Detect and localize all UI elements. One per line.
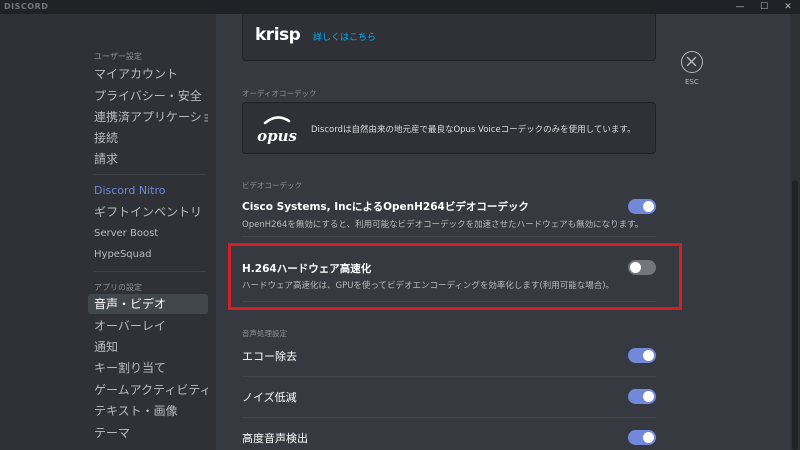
setting-divider — [242, 376, 656, 377]
scrollbar-thumb[interactable] — [792, 180, 798, 450]
opus-logo-icon: opus — [257, 116, 297, 145]
noise-reduction-toggle[interactable] — [628, 389, 656, 404]
sidebar-item-appearance[interactable]: テーマ — [88, 423, 208, 443]
minimize-button[interactable]: — — [728, 0, 752, 14]
sidebar-item-privacy[interactable]: プライバシー・安全 — [88, 86, 208, 106]
audio-codec-header: オーディオコーデック — [242, 89, 317, 98]
settings-content: krisp 詳しくはこちら オーディオコーデック opus Discordは自然… — [216, 14, 800, 450]
voice-processing-header: 音声処理設定 — [242, 329, 287, 338]
opus-logo-text: opus — [257, 127, 297, 145]
noise-reduction-title: ノイズ低減 — [242, 391, 297, 404]
sidebar-item-text-images[interactable]: テキスト・画像 — [88, 401, 208, 421]
close-icon — [686, 56, 697, 67]
toggle-knob — [643, 201, 654, 212]
sidebar-item-keybinds[interactable]: キー割り当て — [88, 358, 208, 378]
sidebar-item-my-account[interactable]: マイアカウント — [88, 64, 208, 84]
opus-description: Discordは自然由来の地元産で最良なOpus Voiceコーデックのみを使用… — [311, 125, 636, 135]
krisp-logo: krisp — [255, 25, 301, 45]
learn-more-link[interactable]: 詳しくはこちら — [313, 30, 376, 43]
highlight-box — [228, 243, 682, 310]
openh264-title: Cisco Systems, IncによるOpenH264ビデオコーデック — [242, 201, 529, 213]
opus-card: opus Discordは自然由来の地元産で最良なOpus Voiceコーデック… — [242, 102, 656, 154]
sidebar-item-overlay[interactable]: オーバーレイ — [88, 316, 208, 336]
sidebar-item-connections[interactable]: 接続 — [88, 128, 208, 148]
echo-cancellation-title: エコー除去 — [242, 350, 297, 363]
openh264-toggle[interactable] — [628, 199, 656, 214]
sidebar-item-nitro[interactable]: Discord Nitro — [88, 181, 208, 201]
sidebar-item-voice-video[interactable]: 音声・ビデオ — [88, 294, 208, 314]
sidebar-divider — [94, 271, 206, 272]
user-settings-header: ユーザー設定 — [94, 52, 142, 61]
esc-button[interactable] — [681, 51, 703, 73]
esc-label: ESC — [685, 78, 699, 86]
title-bar: DISCORD — ☐ ✕ — [0, 0, 800, 14]
krisp-card: krisp 詳しくはこちら — [242, 14, 656, 61]
advanced-voice-activity-title: 高度音声検出 — [242, 432, 308, 445]
sidebar-item-server-boost[interactable]: Server Boost — [88, 224, 208, 244]
setting-divider — [242, 417, 656, 418]
sidebar-item-gift-inventory[interactable]: ギフトインベントリ — [88, 202, 208, 222]
toggle-knob — [643, 432, 654, 443]
app-settings-header: アプリの設定 — [94, 283, 142, 292]
openh264-description: OpenH264を無効にすると、利用可能なビデオコーデックを加速させたハードウェ… — [242, 220, 644, 230]
toggle-knob — [643, 350, 654, 361]
close-window-button[interactable]: ✕ — [776, 0, 800, 14]
sidebar-divider — [94, 174, 206, 175]
app-brand: DISCORD — [4, 2, 49, 11]
sidebar-item-authorized-apps[interactable]: 連携済アプリケーション — [88, 107, 208, 127]
echo-cancellation-toggle[interactable] — [628, 348, 656, 363]
sidebar-item-hypesquad[interactable]: HypeSquad — [88, 245, 208, 265]
sidebar-item-billing[interactable]: 請求 — [88, 149, 208, 169]
sidebar-item-notifications[interactable]: 通知 — [88, 337, 208, 357]
toggle-knob — [643, 391, 654, 402]
sidebar-item-game-activity[interactable]: ゲームアクティビティ — [88, 380, 208, 400]
setting-divider — [242, 236, 656, 237]
settings-sidebar: ユーザー設定 マイアカウント プライバシー・安全 連携済アプリケーション 接続 … — [0, 14, 216, 450]
maximize-button[interactable]: ☐ — [752, 0, 776, 14]
video-codec-header: ビデオコーデック — [242, 181, 302, 190]
advanced-voice-activity-toggle[interactable] — [628, 430, 656, 445]
